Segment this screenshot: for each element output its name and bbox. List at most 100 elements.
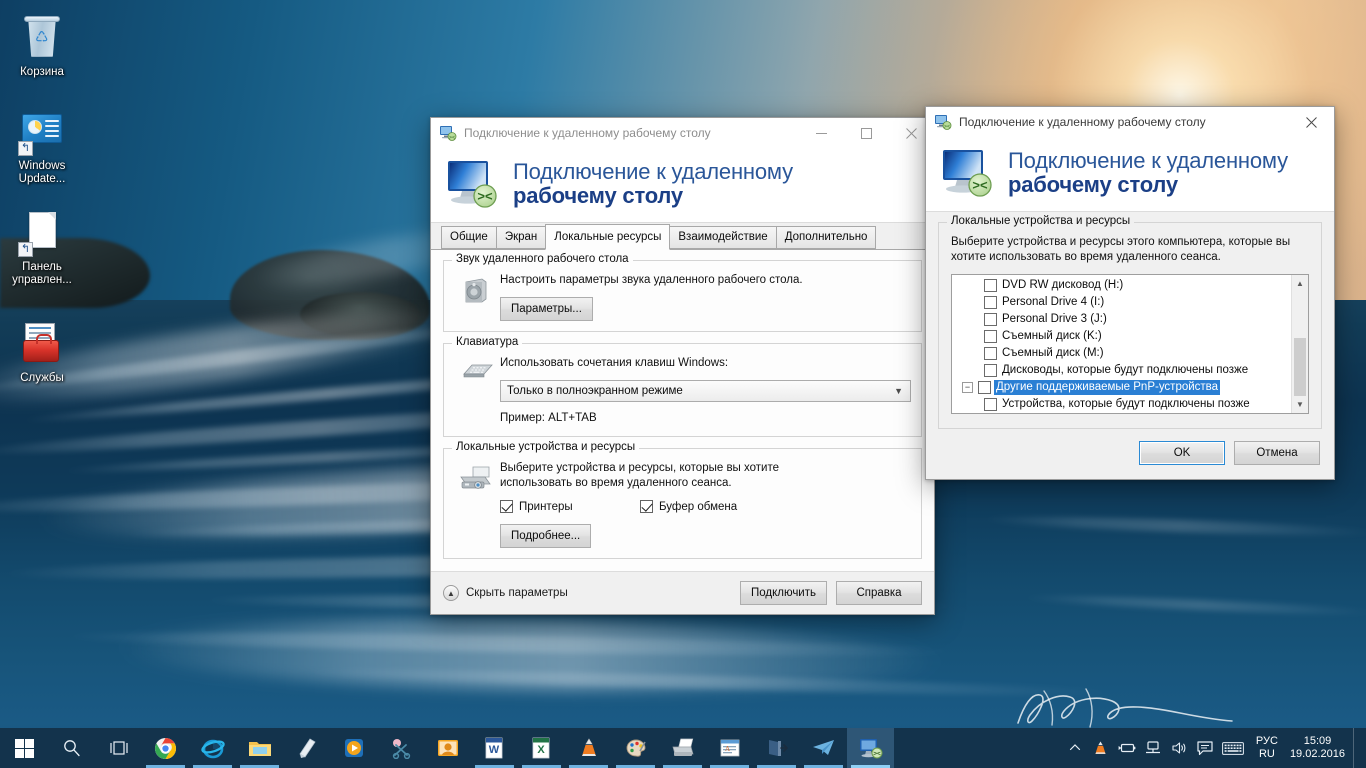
clock[interactable]: 15:09 19.02.2016 xyxy=(1286,728,1353,768)
taskbar-item-file-explorer[interactable] xyxy=(236,728,283,768)
windows-key-combo[interactable]: Только в полноэкранном режиме ▼ xyxy=(500,380,911,402)
tab-local-resources[interactable]: Локальные ресурсы xyxy=(545,224,671,250)
checkbox-printers-label: Принтеры xyxy=(519,500,573,513)
connect-button[interactable]: Подключить xyxy=(739,581,827,605)
windows-key-combo-value: Только в полноэкранном режиме xyxy=(507,385,683,397)
scroll-down-button[interactable]: ▼ xyxy=(1292,396,1308,413)
network-icon[interactable] xyxy=(1140,728,1166,768)
taskbar-item-sticky-notes[interactable] xyxy=(283,728,330,768)
paint-icon xyxy=(626,739,646,757)
taskbar-item-logoff[interactable] xyxy=(753,728,800,768)
list-item-checkbox[interactable] xyxy=(984,398,997,411)
tab-display[interactable]: Экран xyxy=(495,226,547,249)
cancel-button[interactable]: Отмена xyxy=(1234,441,1320,465)
list-item-checkbox[interactable] xyxy=(978,381,991,394)
checkbox-clipboard-box[interactable] xyxy=(640,500,653,513)
taskbar-item-snipping-tool[interactable] xyxy=(377,728,424,768)
taskbar-item-paint[interactable] xyxy=(612,728,659,768)
taskbar-task-view-button[interactable] xyxy=(95,728,142,768)
group-keyboard-description: Использовать сочетания клавиш Windows: xyxy=(500,357,729,369)
list-item-checkbox[interactable] xyxy=(984,279,997,292)
tab-general[interactable]: Общие xyxy=(441,226,497,249)
list-item[interactable]: Personal Drive 4 (I:) xyxy=(952,294,1290,311)
scrollbar-thumb[interactable] xyxy=(1294,338,1306,396)
desktop[interactable]: ♺ Корзина ↰ Windows Update... ↰ Панель у… xyxy=(0,0,1366,768)
taskbar[interactable]: W X A >< РУС RU 15:09 19.02.2016 xyxy=(0,728,1366,768)
checkbox-printers-box[interactable] xyxy=(500,500,513,513)
taskbar-item-wordpad[interactable]: A xyxy=(706,728,753,768)
local-devices-dialog[interactable]: >< Подключение к удаленному рабочему сто… xyxy=(925,106,1335,480)
list-item[interactable]: Personal Drive 3 (J:) xyxy=(952,311,1290,328)
taskbar-item-vlc[interactable] xyxy=(565,728,612,768)
desktop-icon-services[interactable]: Службы xyxy=(4,320,80,385)
hide-options-link[interactable]: ▲ Скрыть параметры xyxy=(443,585,740,601)
dialog-group-title: Локальные устройства и ресурсы xyxy=(947,215,1135,227)
taskbar-item-word[interactable]: W xyxy=(471,728,518,768)
main-window-titlebar[interactable]: >< Подключение к удаленному рабочему сто… xyxy=(431,118,934,148)
taskbar-item-remote-desktop[interactable]: >< xyxy=(847,728,894,768)
taskbar-search-button[interactable] xyxy=(48,728,95,768)
list-item[interactable]: Дисководы, которые будут подключены позж… xyxy=(952,362,1290,379)
taskbar-item-telegram[interactable] xyxy=(800,728,847,768)
ok-button[interactable]: OK xyxy=(1139,441,1225,465)
list-item[interactable]: Устройства, которые будут подключены поз… xyxy=(952,396,1290,413)
media-player-icon xyxy=(344,739,363,757)
list-item[interactable]: Съемный диск (K:) xyxy=(952,328,1290,345)
show-hidden-icons-button[interactable] xyxy=(1062,728,1088,768)
group-local-devices: Локальные устройства и ресурсы Выберите … xyxy=(443,441,922,559)
taskbar-item-outlook[interactable] xyxy=(424,728,471,768)
tab-strip[interactable]: Общие Экран Локальные ресурсы Взаимодейс… xyxy=(431,223,934,250)
taskbar-item-internet-explorer[interactable] xyxy=(189,728,236,768)
help-button[interactable]: Справка xyxy=(836,581,922,605)
remote-desktop-icon: >< xyxy=(859,739,882,759)
list-item[interactable]: DVD RW дисковод (H:) xyxy=(952,277,1290,294)
show-desktop-button[interactable] xyxy=(1353,728,1360,768)
desktop-icon-recycle-bin[interactable]: ♺ Корзина xyxy=(4,14,80,79)
devices-listbox[interactable]: DVD RW дисковод (H:) Personal Drive 4 (I… xyxy=(951,274,1309,414)
list-item-checkbox[interactable] xyxy=(984,313,997,326)
dialog-titlebar[interactable]: >< Подключение к удаленному рабочему сто… xyxy=(926,107,1334,137)
taskbar-item-fax-scan[interactable] xyxy=(659,728,706,768)
desktop-icon-windows-update[interactable]: ↰ Windows Update... xyxy=(4,108,80,186)
list-item[interactable]: Съемный диск (M:) xyxy=(952,345,1290,362)
volume-icon[interactable] xyxy=(1166,728,1192,768)
desktop-icon-control-panel[interactable]: ↰ Панель управлен... xyxy=(4,209,80,287)
task-view-icon xyxy=(109,741,128,755)
group-remote-audio-description: Настроить параметры звука удаленного раб… xyxy=(500,274,803,286)
devices-icon xyxy=(454,461,500,548)
listbox-scrollbar[interactable]: ▲ ▼ xyxy=(1291,275,1308,413)
checkbox-printers[interactable]: Принтеры xyxy=(500,500,640,513)
maximize-button[interactable] xyxy=(844,118,889,148)
list-item-checkbox[interactable] xyxy=(984,296,997,309)
tab-experience[interactable]: Взаимодействие xyxy=(669,226,777,249)
checkbox-clipboard[interactable]: Буфер обмена xyxy=(640,500,737,513)
taskbar-item-excel[interactable]: X xyxy=(518,728,565,768)
dialog-close-button[interactable] xyxy=(1289,107,1334,137)
more-devices-button[interactable]: Подробнее... xyxy=(500,524,592,548)
taskbar-item-google-chrome[interactable] xyxy=(142,728,189,768)
taskbar-item-media-player[interactable] xyxy=(330,728,377,768)
main-window-title: Подключение к удаленному рабочему столу xyxy=(464,126,711,140)
remote-desktop-connection-window[interactable]: >< Подключение к удаленному рабочему сто… xyxy=(430,117,935,615)
minimize-button[interactable] xyxy=(799,118,844,148)
collapse-expander-icon[interactable]: − xyxy=(962,382,973,393)
list-item-checkbox[interactable] xyxy=(984,364,997,377)
scroll-up-button[interactable]: ▲ xyxy=(1292,275,1308,292)
language-indicator[interactable]: РУС RU xyxy=(1248,728,1286,768)
start-button[interactable] xyxy=(0,728,48,768)
group-local-devices-title: Локальные устройства и ресурсы xyxy=(452,441,640,453)
windows-logo-icon xyxy=(14,738,34,758)
tab-advanced[interactable]: Дополнительно xyxy=(775,226,877,249)
list-item-checkbox[interactable] xyxy=(984,347,997,360)
system-tray[interactable]: РУС RU 15:09 19.02.2016 xyxy=(1062,728,1366,768)
list-item-checkbox[interactable] xyxy=(984,330,997,343)
document-shortcut-icon: ↰ xyxy=(18,209,66,257)
action-center-icon[interactable] xyxy=(1192,728,1218,768)
vlc-tray-icon[interactable] xyxy=(1088,728,1114,768)
snipping-tool-icon xyxy=(392,739,410,759)
list-item-selected[interactable]: − Другие поддерживаемые PnP-устройства xyxy=(952,379,1290,396)
main-window-banner: >< Подключение к удаленному рабочему сто… xyxy=(431,148,934,223)
touch-keyboard-icon[interactable] xyxy=(1218,728,1248,768)
battery-icon[interactable] xyxy=(1114,728,1140,768)
audio-settings-button[interactable]: Параметры... xyxy=(500,297,593,321)
